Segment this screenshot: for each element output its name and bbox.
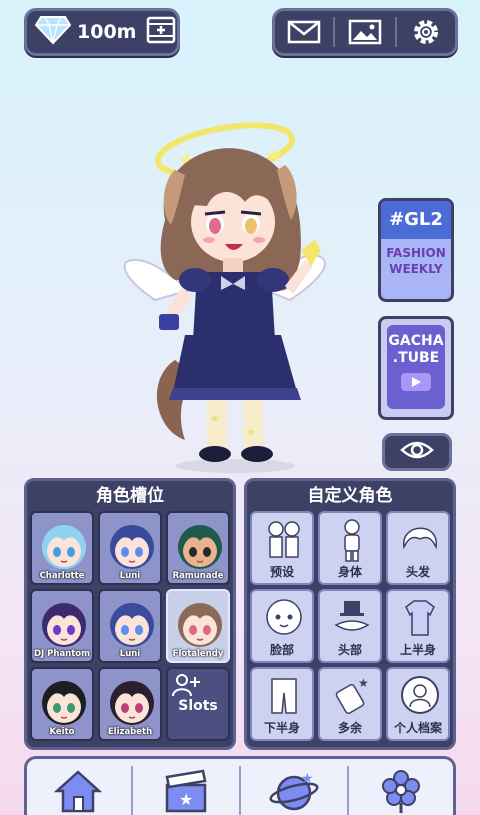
- customize-hair[interactable]: 头发: [386, 511, 450, 585]
- customize-panel: 自定义角色 预设 身体 头发脸部 头部 上半身下半身 ★ 多余 个人档案: [244, 478, 456, 750]
- character-slot-name: Ramunade: [172, 571, 224, 581]
- customize-profile[interactable]: 个人档案: [386, 667, 450, 741]
- planet-icon[interactable]: ★: [244, 762, 344, 815]
- character-slot[interactable]: Charlotte: [30, 511, 94, 585]
- slots-grid: Charlotte Luni Ramunade DJ Phantom Luni Flota…: [27, 511, 233, 741]
- home-icon[interactable]: [28, 762, 128, 815]
- svg-text:★: ★: [358, 676, 369, 690]
- flower-icon[interactable]: [351, 762, 451, 815]
- customize-body[interactable]: 身体: [318, 511, 382, 585]
- film-plus-icon[interactable]: [146, 15, 176, 49]
- character-slot[interactable]: Luni: [98, 511, 162, 585]
- gl2-sub-weekly: WEEKLY: [389, 262, 443, 276]
- customize-label: 头部: [337, 643, 362, 657]
- character-slot[interactable]: DJ Phantom: [30, 589, 94, 663]
- customize-label: 多余: [337, 721, 362, 735]
- play-icon: [401, 373, 431, 391]
- customize-grid: 预设 身体 头发脸部 头部 上半身下半身 ★ 多余 个人档案: [247, 511, 453, 741]
- studio-icon[interactable]: ★: [136, 762, 236, 815]
- customize-face[interactable]: 脸部: [250, 589, 314, 663]
- customize-panel-title: 自定义角色: [307, 486, 393, 506]
- svg-text:★: ★: [179, 790, 193, 809]
- currency-amount: 100m: [77, 21, 137, 43]
- character-slot-name: Flotalendy: [172, 649, 224, 659]
- customize-upper-body[interactable]: 上半身: [386, 589, 450, 663]
- character-slot-name: Keito: [49, 727, 75, 737]
- add-person-icon: [172, 674, 200, 697]
- upper-body-icon: [405, 600, 435, 636]
- preset-icon: [268, 521, 300, 558]
- character-slot[interactable]: Luni: [98, 589, 162, 663]
- profile-icon: [401, 676, 439, 714]
- svg-text:★: ★: [301, 771, 314, 787]
- slots-panel-title: 角色槽位: [96, 486, 164, 506]
- gacha-tube-line1: GACHA: [388, 333, 444, 349]
- divider: [333, 17, 336, 47]
- character-portrait: [42, 681, 86, 725]
- character-slot-name: Luni: [119, 649, 141, 659]
- character-slot-name: Elizabeth: [107, 727, 153, 737]
- character-portrait: [110, 525, 154, 569]
- character-portrait: [42, 525, 86, 569]
- eye-icon: [400, 439, 434, 465]
- character-portrait: [110, 681, 154, 725]
- lower-body-icon: [271, 678, 297, 714]
- character-portrait: [178, 525, 222, 569]
- character-slots-panel: 角色槽位 Charlotte Luni Ramunade DJ Phantom Luni…: [24, 478, 236, 750]
- head-accessory-icon: [334, 601, 370, 631]
- top-right-toolbar: [272, 8, 458, 56]
- customize-label: 下半身: [263, 721, 300, 735]
- customize-head-accessory[interactable]: 头部: [318, 589, 382, 663]
- add-slots-button[interactable]: Slots: [166, 667, 230, 741]
- customize-extra[interactable]: ★ 多余: [318, 667, 382, 741]
- divider: [131, 766, 134, 815]
- svg-text:★: ★: [210, 412, 220, 425]
- divider: [394, 17, 397, 47]
- currency-bar: 100m: [24, 8, 180, 56]
- customize-label: 上半身: [399, 643, 436, 657]
- gl2-title: #GL2: [381, 201, 451, 239]
- customize-lower-body[interactable]: 下半身: [250, 667, 314, 741]
- divider: [346, 766, 349, 815]
- character-portrait: [110, 603, 154, 647]
- character-slot[interactable]: Flotalendy: [166, 589, 230, 663]
- customize-label: 身体: [337, 565, 362, 579]
- face-icon: [266, 599, 302, 635]
- add-slots-label: Slots: [178, 698, 218, 714]
- gacha-tube-button[interactable]: GACHA .TUBE: [378, 316, 454, 420]
- character-slot-name: DJ Phantom: [33, 649, 90, 659]
- customize-preset[interactable]: 预设: [250, 511, 314, 585]
- gl2-fashion-weekly-button[interactable]: #GL2 FASHION WEEKLY: [378, 198, 454, 302]
- gacha-tube-screen: GACHA .TUBE: [387, 325, 445, 409]
- character-preview[interactable]: ★ ★ ★ ★: [115, 110, 345, 480]
- diamond-icon: [34, 15, 72, 49]
- character-slot[interactable]: Ramunade: [166, 511, 230, 585]
- customize-label: 头发: [405, 565, 430, 579]
- bottom-nav: ★ ★: [24, 756, 456, 815]
- character-slot[interactable]: Elizabeth: [98, 667, 162, 741]
- gacha-tube-line2: .TUBE: [392, 350, 440, 366]
- eye-toggle-button[interactable]: [382, 433, 452, 471]
- character-slot[interactable]: Keito: [30, 667, 94, 741]
- customize-label: 脸部: [269, 643, 294, 657]
- gl2-sub-fashion: FASHION: [386, 246, 446, 260]
- hair-icon: [403, 527, 437, 550]
- extra-icon: ★: [335, 676, 369, 715]
- body-icon: [344, 519, 360, 562]
- gear-icon[interactable]: [406, 12, 446, 52]
- customize-label: 预设: [269, 565, 294, 579]
- gallery-icon[interactable]: [345, 12, 385, 52]
- character-slot-name: Charlotte: [39, 571, 85, 581]
- mail-icon[interactable]: [284, 12, 324, 52]
- character-portrait: [42, 603, 86, 647]
- character-portrait: [178, 603, 222, 647]
- character-slot-name: Luni: [119, 571, 141, 581]
- svg-text:★: ★: [246, 426, 256, 439]
- customize-label: 个人档案: [393, 721, 442, 735]
- divider: [238, 766, 241, 815]
